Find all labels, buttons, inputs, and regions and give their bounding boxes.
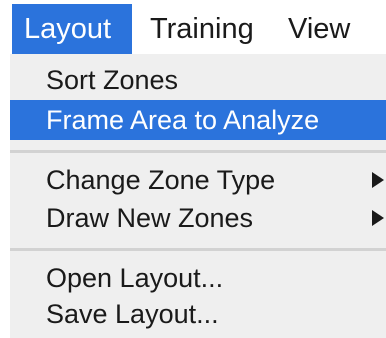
menu-item-label: Change Zone Type bbox=[46, 165, 276, 195]
menu-training[interactable]: Training bbox=[138, 4, 268, 54]
menu-bar: Layout Training View bbox=[0, 0, 386, 58]
layout-dropdown-menu: Sort Zones Frame Area to Analyze Change … bbox=[10, 54, 386, 338]
menu-view[interactable]: View bbox=[276, 4, 366, 54]
menu-item-draw-new-zones[interactable]: Draw New Zones bbox=[10, 198, 386, 238]
menu-item-label: Sort Zones bbox=[46, 65, 179, 95]
submenu-arrow-icon bbox=[368, 160, 386, 200]
menu-item-label: Frame Area to Analyze bbox=[46, 105, 320, 135]
submenu-arrow-icon bbox=[368, 198, 386, 238]
menu-separator bbox=[10, 248, 386, 251]
menu-item-save-layout[interactable]: Save Layout... bbox=[10, 294, 386, 334]
menu-layout[interactable]: Layout bbox=[12, 4, 132, 54]
menu-item-label: Draw New Zones bbox=[46, 203, 254, 233]
menu-item-label: Open Layout... bbox=[46, 263, 224, 293]
menu-item-change-zone-type[interactable]: Change Zone Type bbox=[10, 160, 386, 200]
menu-separator bbox=[10, 150, 386, 153]
menu-item-sort-zones[interactable]: Sort Zones bbox=[10, 60, 386, 100]
menu-item-label: Save Layout... bbox=[46, 299, 219, 329]
menu-item-open-layout[interactable]: Open Layout... bbox=[10, 258, 386, 298]
menu-item-frame-area-to-analyze[interactable]: Frame Area to Analyze bbox=[10, 100, 386, 140]
